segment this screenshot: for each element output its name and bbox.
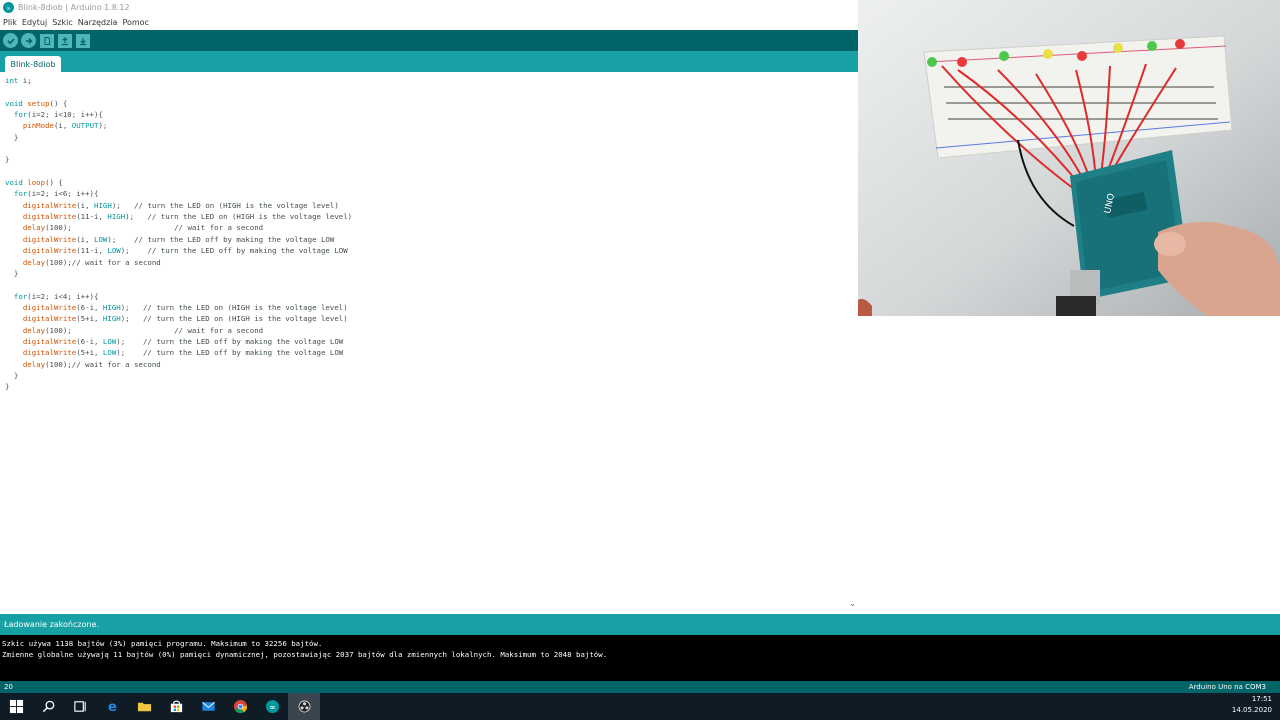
menu-plik[interactable]: Plik <box>3 18 17 27</box>
chrome-icon <box>233 699 247 714</box>
code-line[interactable]: delay(100); // wait for a second <box>5 222 352 233</box>
save-icon <box>80 37 86 45</box>
code-line[interactable] <box>5 166 352 177</box>
search-button[interactable] <box>32 693 64 720</box>
edge-icon: e <box>108 700 117 714</box>
code-line[interactable]: delay(100); // wait for a second <box>5 325 352 336</box>
code-line[interactable] <box>5 279 352 290</box>
toolbar <box>0 30 858 51</box>
task-view-button[interactable] <box>64 693 96 720</box>
code-line[interactable]: void loop() { <box>5 177 352 188</box>
menu-edytuj[interactable]: Edytuj <box>22 18 47 27</box>
editor-footer: 20 Arduino Uno na COM3 <box>0 681 1280 693</box>
menu-szkic[interactable]: Szkic <box>52 18 73 27</box>
start-button[interactable] <box>0 693 32 720</box>
code-line[interactable] <box>5 86 352 97</box>
code-line[interactable]: pinMode(i, OUTPUT); <box>5 120 352 131</box>
obs-button[interactable] <box>288 693 320 720</box>
windows-taskbar: e ∞ 17:51 14.05.2020 <box>0 693 1280 720</box>
upload-button[interactable] <box>21 33 36 48</box>
title-bar: ∞ Blink-8diob | Arduino 1.8.12 <box>0 0 858 15</box>
file-explorer-button[interactable] <box>128 693 160 720</box>
code-text[interactable]: int i; void setup() { for(i=2; i<10; i++… <box>5 75 352 393</box>
line-number: 20 <box>4 683 13 691</box>
status-message: Ładowanie zakończone. <box>4 620 100 629</box>
code-line[interactable]: digitalWrite(6-i, HIGH); // turn the LED… <box>5 302 352 313</box>
code-line[interactable]: for(i=2; i<6; i++){ <box>5 188 352 199</box>
open-icon <box>62 36 68 45</box>
camera-video-overlay: UNO <box>858 0 1280 316</box>
code-line[interactable]: digitalWrite(11-i, HIGH); // turn the LE… <box>5 211 352 222</box>
folder-icon <box>137 702 151 712</box>
task-view-icon <box>73 701 86 712</box>
save-sketch-button[interactable] <box>76 33 90 48</box>
svg-text:∞: ∞ <box>6 6 10 12</box>
chrome-button[interactable] <box>224 693 256 720</box>
svg-text:e: e <box>108 700 117 714</box>
code-line[interactable]: digitalWrite(11-i, LOW); // turn the LED… <box>5 245 352 256</box>
obs-icon <box>297 699 311 714</box>
open-sketch-button[interactable] <box>58 33 72 48</box>
verify-button[interactable] <box>3 33 18 48</box>
store-button[interactable] <box>160 693 192 720</box>
code-line[interactable]: int i; <box>5 75 352 86</box>
menu-pomoc[interactable]: Pomoc <box>122 18 149 27</box>
status-bar: Ładowanie zakończone. <box>0 614 1280 635</box>
code-editor[interactable]: int i; void setup() { for(i=2; i<10; i++… <box>0 72 858 610</box>
upload-icon <box>25 37 33 44</box>
arduino-button[interactable]: ∞ <box>256 693 288 720</box>
menu-narzedzia[interactable]: Narzędzia <box>78 18 118 27</box>
breadboard-photo: UNO <box>858 0 1280 316</box>
search-icon <box>42 700 54 713</box>
code-line[interactable]: digitalWrite(i, HIGH); // turn the LED o… <box>5 200 352 211</box>
code-line[interactable]: } <box>5 370 352 381</box>
clock-date: 14.05.2020 <box>1231 706 1272 714</box>
code-line[interactable]: } <box>5 381 352 392</box>
console-line: Zmienne globalne używają 11 bajtów (0%) … <box>2 650 608 659</box>
store-icon <box>170 700 182 713</box>
svg-text:∞: ∞ <box>268 702 275 712</box>
code-line[interactable] <box>5 143 352 154</box>
verify-icon <box>6 37 15 44</box>
clock-time: 17:51 <box>1251 695 1272 703</box>
new-sketch-button[interactable] <box>40 33 54 48</box>
window-title: Blink-8diob | Arduino 1.8.12 <box>18 3 130 12</box>
code-line[interactable]: } <box>5 268 352 279</box>
code-line[interactable]: void setup() { <box>5 98 352 109</box>
windows-logo-icon <box>9 699 23 714</box>
new-icon <box>44 36 50 45</box>
code-line[interactable]: digitalWrite(5+i, LOW); // turn the LED … <box>5 347 352 358</box>
console-output[interactable]: Szkic używa 1138 bajtów (3%) pamięci pro… <box>0 635 1280 681</box>
tab-blink-8diob[interactable]: Blink-8diob <box>5 56 61 72</box>
mail-icon <box>201 701 215 711</box>
arduino-icon: ∞ <box>265 699 279 714</box>
mail-button[interactable] <box>192 693 224 720</box>
code-line[interactable]: } <box>5 132 352 143</box>
code-line[interactable]: digitalWrite(5+i, HIGH); // turn the LED… <box>5 313 352 324</box>
tab-row: Blink-8diob <box>0 51 858 72</box>
code-line[interactable]: for(i=2; i<4; i++){ <box>5 291 352 302</box>
code-line[interactable]: delay(100);// wait for a second <box>5 359 352 370</box>
code-line[interactable]: digitalWrite(6-i, LOW); // turn the LED … <box>5 336 352 347</box>
menu-bar: Plik Edytuj Szkic Narzędzia Pomoc <box>0 15 858 29</box>
code-line[interactable]: } <box>5 154 352 165</box>
code-line[interactable]: for(i=2; i<10; i++){ <box>5 109 352 120</box>
code-line[interactable]: delay(100);// wait for a second <box>5 257 352 268</box>
board-port: Arduino Uno na COM3 <box>1188 683 1266 691</box>
arduino-logo-icon: ∞ <box>3 2 14 13</box>
code-line[interactable]: digitalWrite(i, LOW); // turn the LED of… <box>5 234 352 245</box>
system-clock[interactable]: 17:51 14.05.2020 <box>1232 694 1272 716</box>
scroll-down-icon[interactable]: ⌄ <box>849 599 856 608</box>
edge-button[interactable]: e <box>96 693 128 720</box>
console-line: Szkic używa 1138 bajtów (3%) pamięci pro… <box>2 639 323 648</box>
